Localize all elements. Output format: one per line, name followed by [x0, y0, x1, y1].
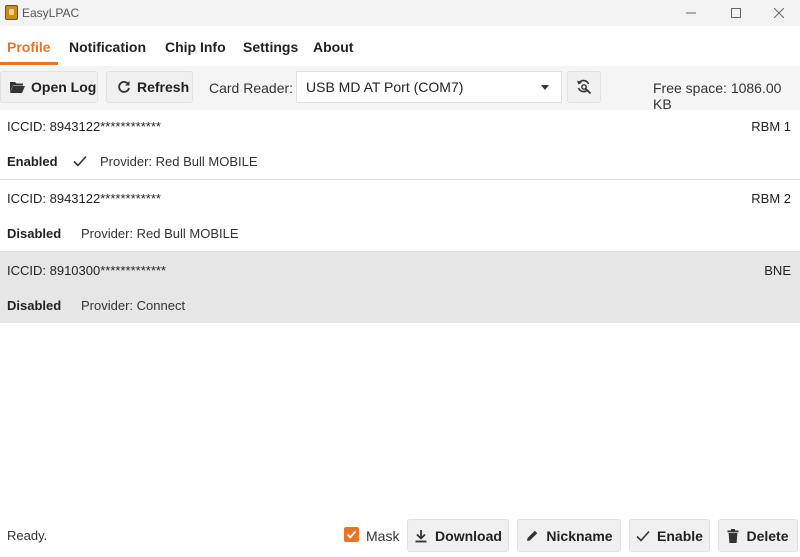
- delete-button[interactable]: Delete: [718, 519, 798, 552]
- pencil-icon: [527, 530, 538, 541]
- tab-settings[interactable]: Settings: [243, 39, 298, 55]
- card-reader-value: USB MD AT Port (COM7): [306, 79, 464, 95]
- active-tab-indicator: [0, 62, 58, 65]
- profile-nickname: RBM 1: [751, 119, 791, 134]
- tab-bar: Profile Notification Chip Info Settings …: [0, 26, 800, 67]
- profile-row[interactable]: ICCID: 8910300************* BNE Disabled…: [0, 252, 800, 323]
- delete-label: Delete: [746, 527, 789, 544]
- profile-provider: Provider: Red Bull MOBILE: [81, 226, 239, 241]
- card-reader-label: Card Reader:: [209, 80, 294, 96]
- enable-label: Enable: [657, 527, 703, 544]
- rescan-readers-button[interactable]: [567, 71, 601, 103]
- maximize-button[interactable]: [713, 0, 759, 26]
- tab-profile[interactable]: Profile: [7, 39, 51, 55]
- open-log-label: Open Log: [31, 79, 97, 95]
- search-refresh-icon: [577, 79, 592, 95]
- chevron-down-icon: [541, 85, 549, 90]
- folder-open-icon: [10, 82, 25, 93]
- tab-notification[interactable]: Notification: [69, 39, 146, 55]
- title-bar: EasyLPAC: [0, 0, 800, 26]
- profile-provider: Provider: Connect: [81, 298, 186, 313]
- window-title: EasyLPAC: [22, 6, 80, 20]
- refresh-label: Refresh: [137, 79, 190, 95]
- checkmark-icon: [346, 530, 357, 539]
- profile-state: Disabled: [7, 226, 62, 241]
- close-button[interactable]: [756, 0, 800, 26]
- sim-card-icon: [5, 5, 18, 20]
- nickname-label: Nickname: [546, 527, 613, 544]
- download-button[interactable]: Download: [407, 519, 509, 552]
- profile-row[interactable]: ICCID: 8943122************ RBM 1 Enabled…: [0, 108, 800, 180]
- profile-state: Enabled: [7, 154, 58, 169]
- profile-provider: Provider: Red Bull MOBILE: [100, 154, 258, 169]
- enable-button[interactable]: Enable: [629, 519, 710, 552]
- status-text: Ready.: [7, 528, 48, 543]
- trash-icon: [727, 528, 739, 543]
- profile-state: Disabled: [7, 298, 62, 313]
- profile-nickname: BNE: [764, 263, 791, 278]
- nickname-button[interactable]: Nickname: [517, 519, 621, 552]
- mask-checkbox[interactable]: [344, 527, 359, 542]
- checkmark-icon: [636, 530, 650, 542]
- download-icon: [415, 529, 427, 542]
- tab-chip-info[interactable]: Chip Info: [165, 39, 226, 55]
- profile-iccid: ICCID: 8943122************: [7, 191, 161, 206]
- tab-about[interactable]: About: [313, 39, 353, 55]
- open-log-button[interactable]: Open Log: [0, 71, 98, 103]
- card-reader-select[interactable]: USB MD AT Port (COM7): [296, 71, 562, 103]
- profile-iccid: ICCID: 8910300*************: [7, 263, 166, 278]
- mask-label: Mask: [366, 528, 400, 544]
- profile-row[interactable]: ICCID: 8943122************ RBM 2 Disable…: [0, 180, 800, 252]
- profile-nickname: RBM 2: [751, 191, 791, 206]
- download-label: Download: [435, 527, 502, 544]
- checkmark-icon: [73, 155, 87, 167]
- refresh-icon: [118, 81, 130, 93]
- refresh-button[interactable]: Refresh: [106, 71, 193, 103]
- profile-iccid: ICCID: 8943122************: [7, 119, 161, 134]
- minimize-button[interactable]: [668, 0, 714, 26]
